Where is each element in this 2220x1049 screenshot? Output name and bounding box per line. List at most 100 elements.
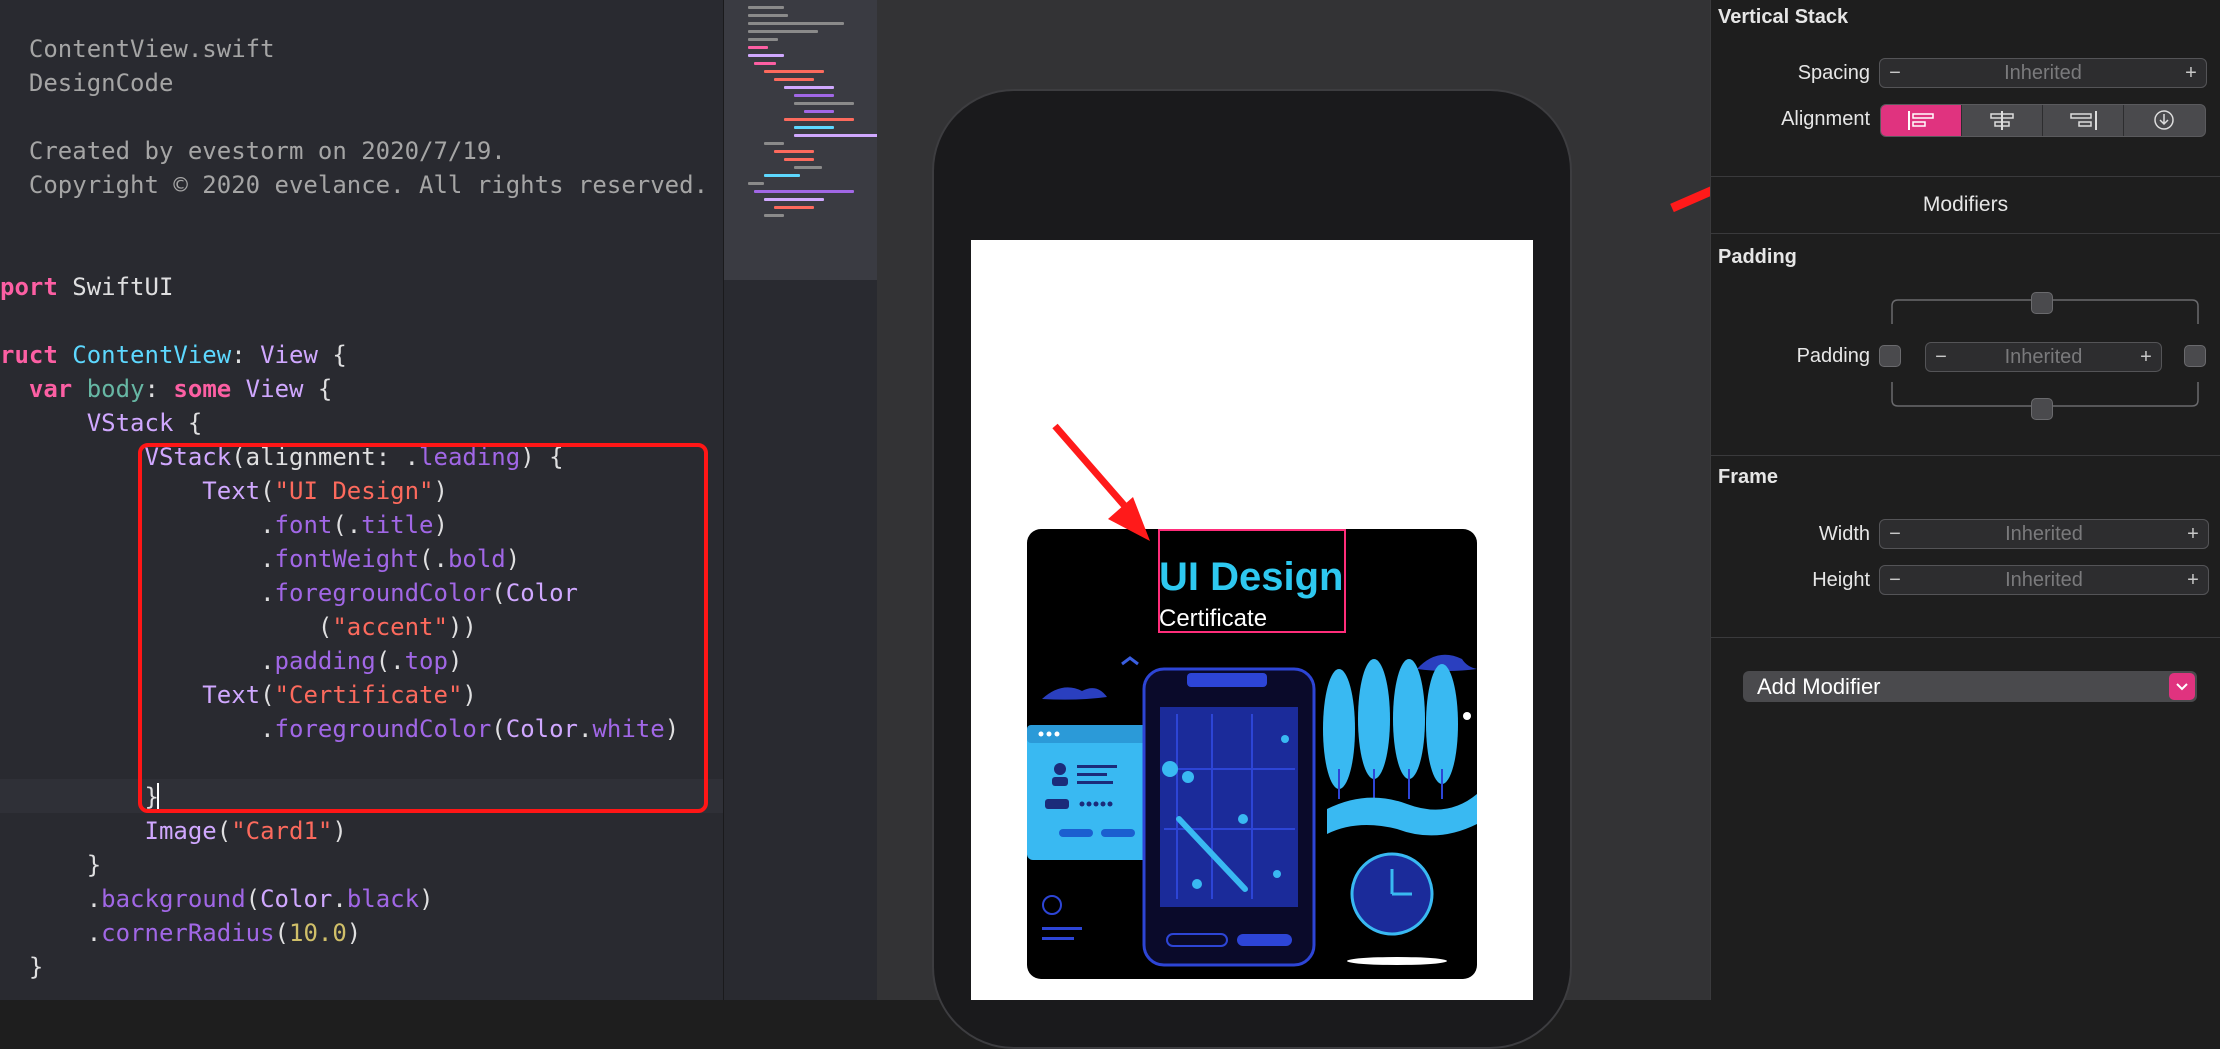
code-editor[interactable]: ContentView.swift DesignCode Created by … xyxy=(0,0,723,1000)
add-modifier-dropdown[interactable]: Add Modifier xyxy=(1743,671,2197,702)
minimap-line xyxy=(748,182,764,185)
padding-top-checkbox[interactable] xyxy=(2031,292,2053,314)
code-token: black xyxy=(346,885,420,913)
code-line[interactable]: VStack { xyxy=(0,406,203,440)
align-trailing-button[interactable] xyxy=(2043,105,2124,136)
alignment-segmented-control[interactable] xyxy=(1880,104,2206,137)
minimap-line xyxy=(794,166,822,169)
spacing-increment-button[interactable]: + xyxy=(2178,59,2204,87)
height-increment-button[interactable]: + xyxy=(2180,566,2206,594)
minimap-line xyxy=(754,190,854,193)
alignment-label: Alignment xyxy=(1781,108,1870,130)
width-stepper[interactable]: − Inherited + xyxy=(1879,519,2209,549)
minimap[interactable] xyxy=(723,0,884,1000)
code-line[interactable]: port SwiftUI xyxy=(0,270,173,304)
code-token: . xyxy=(332,885,347,913)
code-token: : xyxy=(144,375,174,403)
code-line[interactable]: Created by evestorm on 2020/7/19. xyxy=(0,134,506,168)
code-token: port xyxy=(0,273,58,301)
inherited-arrow-icon xyxy=(2154,110,2174,130)
code-token: { xyxy=(317,341,347,369)
width-value[interactable]: Inherited xyxy=(1910,520,2178,548)
minimap-line xyxy=(794,126,834,129)
code-token: ) xyxy=(332,817,347,845)
minimap-line xyxy=(748,6,784,9)
code-line[interactable]: Copyright © 2020 evelance. All rights re… xyxy=(0,168,708,202)
code-line[interactable]: } xyxy=(0,950,43,984)
width-decrement-button[interactable]: − xyxy=(1882,520,1908,548)
code-line[interactable]: DesignCode xyxy=(0,66,174,100)
code-token: ( xyxy=(245,885,261,913)
width-increment-button[interactable]: + xyxy=(2180,520,2206,548)
minimap-line xyxy=(784,86,834,89)
code-token: body xyxy=(86,375,145,403)
padding-stepper[interactable]: − Inherited + xyxy=(1925,342,2162,372)
code-token: ) xyxy=(419,885,434,913)
align-center-button[interactable] xyxy=(1962,105,2043,136)
code-token: SwiftUI xyxy=(57,273,174,301)
minimap-line xyxy=(748,22,844,25)
code-token: : xyxy=(231,341,261,369)
padding-trailing-checkbox[interactable] xyxy=(2184,345,2206,367)
code-token: } xyxy=(0,851,102,879)
code-token: . xyxy=(0,885,102,913)
attributes-inspector xyxy=(1710,0,2220,1000)
spacing-decrement-button[interactable]: − xyxy=(1882,59,1908,87)
divider xyxy=(1711,233,2220,234)
minimap-viewport[interactable] xyxy=(724,0,877,280)
selection-box xyxy=(1158,529,1346,633)
align-trailing-icon xyxy=(2070,111,2097,130)
minimap-line xyxy=(748,46,768,49)
padding-bottom-checkbox[interactable] xyxy=(2031,398,2053,420)
padding-value[interactable]: Inherited xyxy=(1956,343,2131,371)
spacing-stepper[interactable]: − Inherited + xyxy=(1879,58,2207,88)
minimap-line xyxy=(748,30,818,33)
height-value[interactable]: Inherited xyxy=(1910,566,2178,594)
code-token: cornerRadius xyxy=(101,919,275,947)
height-decrement-button[interactable]: − xyxy=(1882,566,1908,594)
code-line[interactable]: var body: some View { xyxy=(0,372,332,406)
code-token: ( xyxy=(216,817,232,845)
highlight-box-code xyxy=(138,443,708,813)
code-token: Image xyxy=(144,817,217,845)
spacing-label: Spacing xyxy=(1797,62,1870,84)
code-line[interactable]: ruct ContentView: View { xyxy=(0,338,347,372)
minimap-line xyxy=(794,134,884,137)
code-line[interactable]: Image("Card1") xyxy=(0,814,347,848)
code-token: "Card1" xyxy=(231,817,333,845)
code-token: ( xyxy=(274,919,289,947)
minimap-line xyxy=(784,118,854,121)
align-inherited-button[interactable] xyxy=(2124,105,2205,136)
code-line[interactable]: .background(Color.black) xyxy=(0,882,434,916)
code-token: DesignCode xyxy=(0,69,174,97)
minimap-line xyxy=(764,70,824,73)
code-token: ruct xyxy=(0,341,58,369)
minimap-line xyxy=(748,14,788,17)
minimap-line xyxy=(794,102,854,105)
minimap-line xyxy=(748,54,784,57)
code-line[interactable]: ContentView.swift xyxy=(0,32,275,66)
code-line[interactable]: } xyxy=(0,780,159,814)
spacing-value[interactable]: Inherited xyxy=(1910,59,2176,87)
code-token: } xyxy=(0,783,159,811)
code-line[interactable]: } xyxy=(0,848,101,882)
code-token: ContentView xyxy=(72,341,232,369)
modifiers-section-title: Modifiers xyxy=(1922,193,2009,216)
padding-leading-checkbox[interactable] xyxy=(1879,345,1901,367)
padding-decrement-button[interactable]: − xyxy=(1928,343,1954,371)
align-leading-button[interactable] xyxy=(1881,105,1962,136)
padding-increment-button[interactable]: + xyxy=(2133,343,2159,371)
minimap-line xyxy=(764,142,784,145)
height-stepper[interactable]: − Inherited + xyxy=(1879,565,2209,595)
minimap-line xyxy=(764,214,784,217)
minimap-line xyxy=(804,110,834,113)
code-line[interactable]: .cornerRadius(10.0) xyxy=(0,916,362,950)
minimap-line xyxy=(764,198,824,201)
code-token: View xyxy=(260,341,318,369)
code-token: } xyxy=(0,953,44,981)
minimap-line xyxy=(794,94,834,97)
